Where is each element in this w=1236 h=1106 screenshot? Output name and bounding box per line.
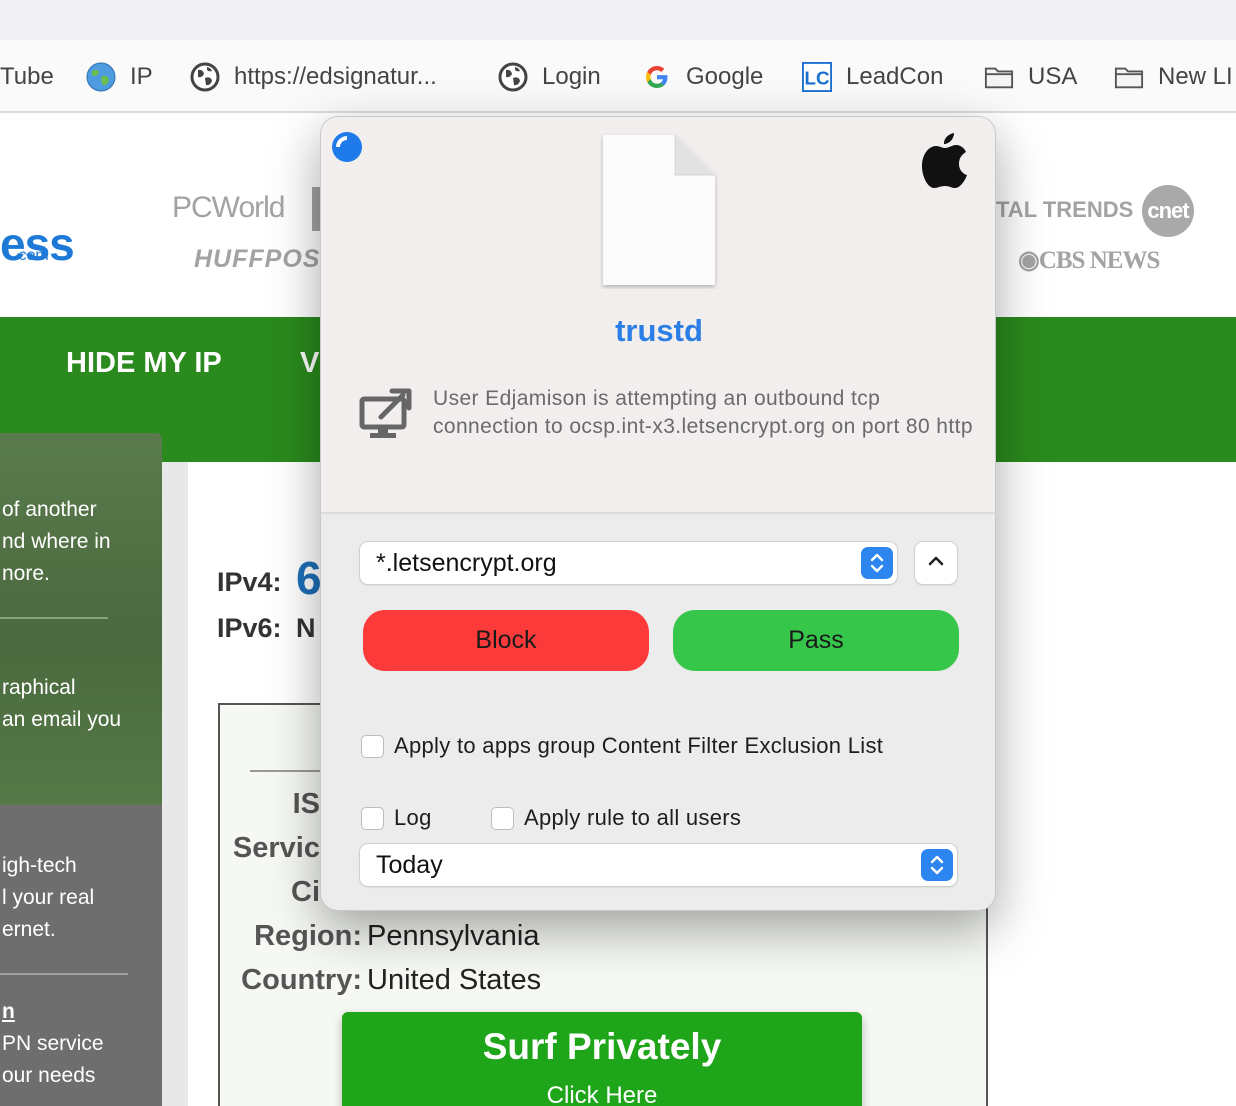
bookmark-label: New LI — [1158, 62, 1233, 90]
all-users-option[interactable]: Apply rule to all users — [491, 805, 741, 831]
globe-icon — [190, 62, 220, 92]
sidebar-text: raphical — [2, 676, 76, 699]
site-logo-domain: .com — [14, 247, 49, 264]
globe-icon — [498, 62, 528, 92]
bookmark-folder-usa[interactable]: USA — [984, 40, 1078, 111]
sidebar-text: l your real — [2, 886, 95, 909]
cbs-eye-icon: ◉ — [1018, 247, 1040, 274]
press-logo-pcworld: PCWorld — [172, 191, 285, 224]
bookmark-label: USA — [1028, 62, 1078, 90]
bookmark-ip[interactable]: IP — [86, 40, 153, 111]
all-users-checkbox[interactable] — [491, 806, 514, 830]
svg-text:LC: LC — [805, 67, 830, 88]
bookmark-label: Tube — [0, 62, 54, 90]
bookmark-google[interactable]: Google — [642, 40, 764, 111]
bookmark-leadcon[interactable]: LC LeadCon — [802, 40, 944, 111]
ipv4-label: IPv4: — [217, 567, 282, 597]
press-logo-huffpost: HUFFPOS — [194, 245, 321, 273]
bookmark-label: https://edsignatur... — [234, 62, 437, 90]
cbs-label: CBS NEWS — [1038, 247, 1161, 274]
sidebar-text: igh-tech — [2, 854, 77, 877]
firewall-app-icon — [331, 131, 363, 163]
page-gutter — [162, 462, 188, 1106]
pass-button[interactable]: Pass — [673, 610, 959, 671]
ipv4-value: 6 — [296, 552, 322, 604]
bookmark-label: Login — [542, 62, 601, 90]
surf-privately-title: Surf Privately — [482, 1026, 722, 1067]
bookmark-login[interactable]: Login — [498, 40, 601, 111]
surf-privately-button[interactable]: Surf Privately Click Here — [342, 1012, 862, 1106]
sidebar-link[interactable]: n — [2, 996, 15, 1028]
google-icon — [642, 62, 672, 92]
block-button[interactable]: Block — [363, 610, 649, 671]
leadcon-icon: LC — [802, 61, 832, 92]
info-label-isp: IS — [292, 788, 320, 820]
bookmarks-bar: Tube IP https://edsignatur... Login Goog… — [0, 40, 1236, 113]
info-label-city: Ci — [291, 876, 320, 908]
sidebar-text: nd where in — [2, 530, 111, 553]
domain-scope-value: *.letsencrypt.org — [376, 548, 557, 577]
bookmark-folder-new[interactable]: New LI — [1114, 40, 1233, 111]
info-label-region: Region: — [254, 920, 362, 952]
log-label: Log — [394, 805, 432, 830]
sidebar-text: ernet. — [2, 918, 56, 941]
bookmark-youtube[interactable]: Tube — [0, 40, 54, 111]
log-option[interactable]: Log — [361, 805, 432, 831]
press-logo-digital-trends: TAL TRENDS — [996, 197, 1134, 222]
ipv6-value: N — [296, 613, 316, 643]
sidebar-top-section — [0, 433, 162, 805]
sidebar-divider — [0, 973, 128, 975]
rule-duration-select[interactable]: Today — [360, 844, 957, 886]
press-logo-cbs: ◉CBS NEWS — [1018, 245, 1161, 275]
info-divider — [250, 770, 330, 772]
sidebar-text: our needs — [2, 1064, 96, 1087]
domain-scope-select[interactable]: *.letsencrypt.org — [360, 542, 897, 584]
browser-tab-strip — [0, 0, 1236, 40]
exclusion-list-label: Apply to apps group Content Filter Exclu… — [394, 733, 884, 758]
ipv6-label: IPv6: — [217, 613, 282, 643]
sidebar-text: nore. — [2, 562, 50, 585]
sidebar-text: PN service — [2, 1032, 104, 1055]
nav-item-v[interactable]: V — [300, 347, 319, 380]
document-icon — [599, 133, 719, 289]
exclusion-list-checkbox[interactable] — [361, 734, 384, 758]
outbound-connection-icon — [359, 387, 417, 439]
select-stepper-icon — [861, 547, 893, 579]
nav-hide-my-ip[interactable]: HIDE MY IP — [66, 347, 222, 380]
folder-icon — [984, 62, 1014, 92]
apple-icon — [921, 131, 969, 189]
app-name: trustd — [615, 313, 703, 348]
info-label-country: Country: — [241, 964, 362, 996]
bookmark-label: IP — [130, 62, 153, 90]
sidebar-text: of another — [2, 498, 97, 521]
globe-color-icon — [86, 62, 116, 92]
bookmark-label: Google — [686, 62, 764, 90]
select-stepper-icon — [921, 849, 953, 881]
chevron-up-icon — [928, 554, 944, 572]
press-logo-cnet: cnet — [1142, 185, 1194, 237]
surf-privately-subtitle: Click Here — [546, 1082, 658, 1106]
collapse-details-button[interactable] — [915, 542, 957, 584]
press-logo-fragment — [312, 187, 320, 231]
firewall-alert-dialog: trustd User Edjamison is attempting an o… — [320, 116, 996, 911]
rule-duration-value: Today — [376, 850, 443, 879]
info-value-region: Pennsylvania — [367, 920, 540, 952]
bookmark-label: LeadCon — [846, 62, 944, 90]
folder-icon — [1114, 62, 1144, 92]
exclusion-list-option[interactable]: Apply to apps group Content Filter Exclu… — [361, 733, 883, 759]
log-checkbox[interactable] — [361, 806, 384, 830]
info-label-service: Servic — [232, 832, 320, 864]
site-sidebar: of another nd where in nore. raphical an… — [0, 433, 162, 1106]
sidebar-text: an email you — [2, 708, 122, 731]
all-users-label: Apply rule to all users — [524, 805, 742, 830]
alert-message: User Edjamison is attempting an outbound… — [433, 387, 973, 438]
info-value-country: United States — [367, 964, 542, 996]
bookmark-edsignature[interactable]: https://edsignatur... — [190, 40, 437, 111]
sidebar-divider — [0, 617, 108, 619]
